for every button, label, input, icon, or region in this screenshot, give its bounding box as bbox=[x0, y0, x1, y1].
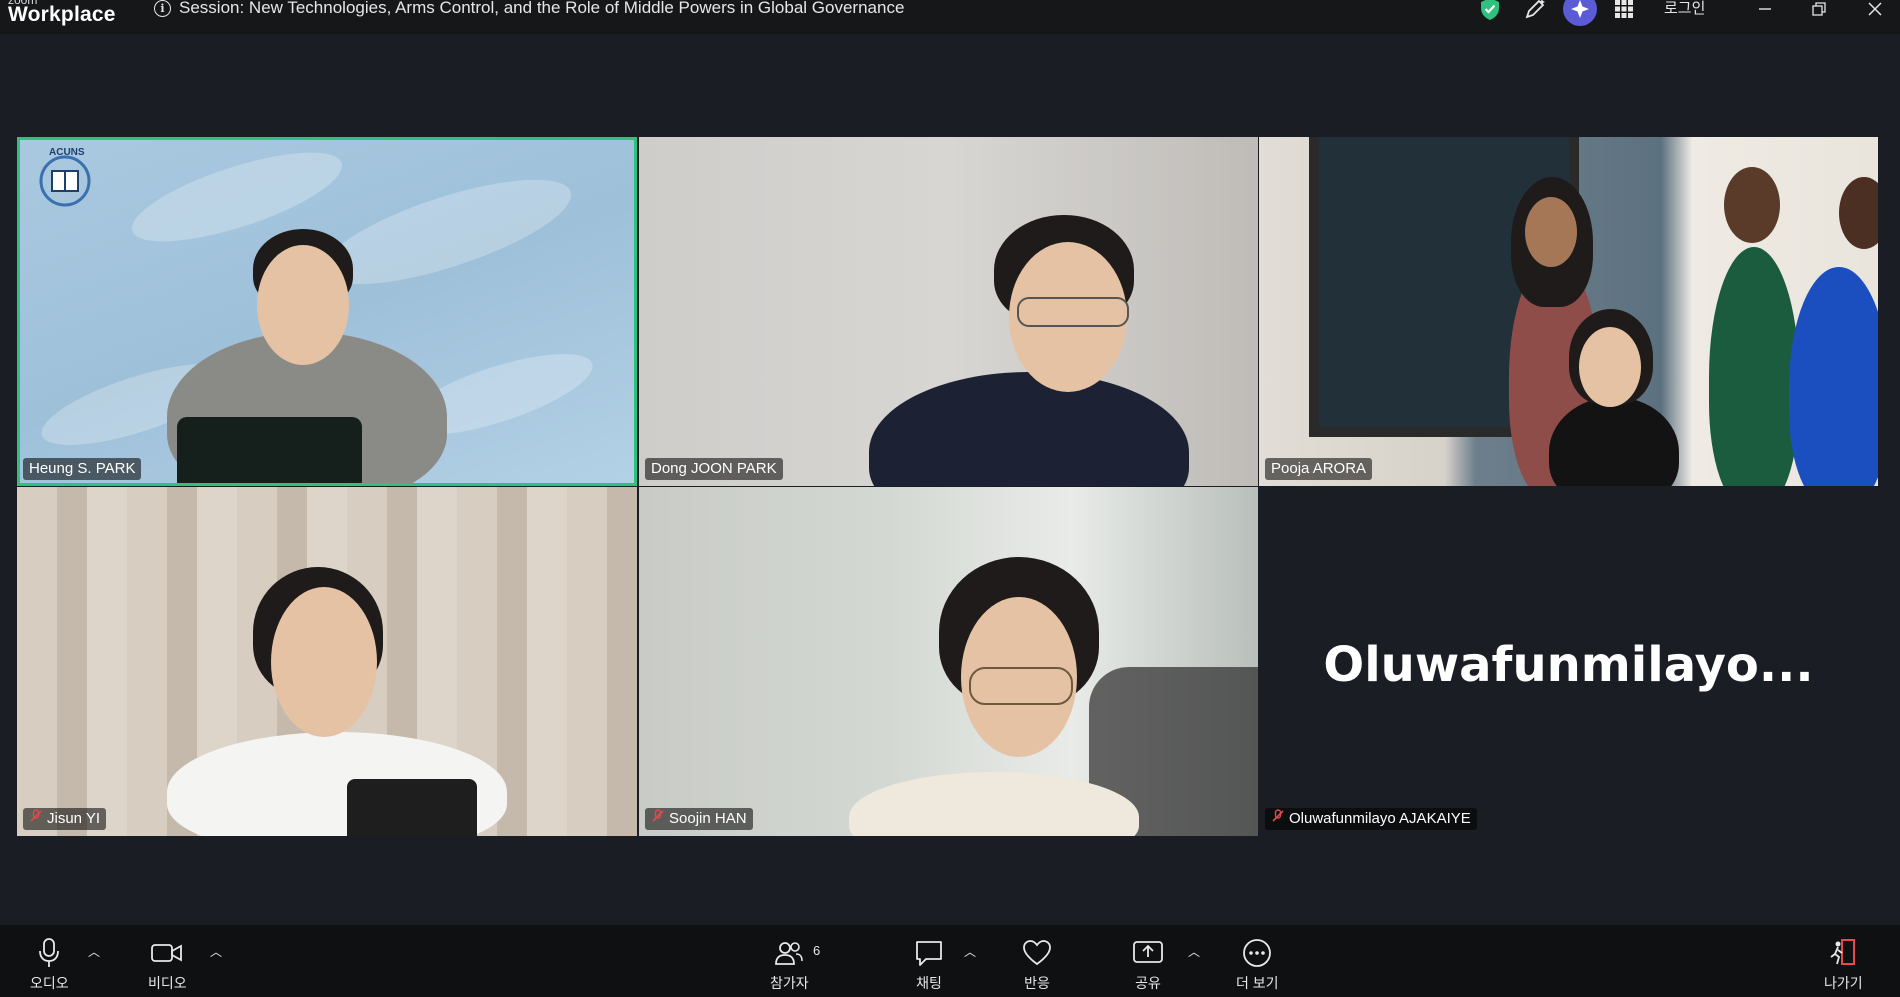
more-dots-icon bbox=[1242, 937, 1272, 969]
participants-button[interactable]: 참가자 bbox=[770, 937, 809, 993]
audio-options-chevron-icon[interactable]: ︿ bbox=[88, 943, 100, 960]
participant-name-tag: Pooja ARORA bbox=[1265, 458, 1373, 480]
participant-name: Soojin HAN bbox=[669, 810, 747, 827]
person-head bbox=[271, 587, 377, 737]
heart-icon bbox=[1022, 937, 1052, 969]
chat-button[interactable]: 채팅 bbox=[914, 937, 944, 993]
annotate-icon[interactable] bbox=[1522, 0, 1548, 22]
video-options-chevron-icon[interactable]: ︿ bbox=[210, 943, 222, 960]
held-device bbox=[347, 779, 477, 836]
background-leaf bbox=[312, 158, 582, 306]
reactions-label: 반응 bbox=[1024, 975, 1050, 991]
restore-icon[interactable] bbox=[1806, 0, 1832, 22]
logo-text: ACUNS bbox=[49, 147, 85, 158]
participant-name: Jisun YI bbox=[47, 810, 101, 827]
participants-icon bbox=[774, 937, 804, 969]
video-tile-3[interactable]: Pooja ARORA bbox=[1259, 137, 1878, 486]
leave-door-icon bbox=[1828, 937, 1858, 969]
participant-name: Heung S. PARK bbox=[29, 460, 136, 477]
share-button[interactable]: 공유 bbox=[1132, 937, 1164, 993]
participant-name-tag: Soojin HAN bbox=[645, 808, 753, 830]
share-options-chevron-icon[interactable]: ︿ bbox=[1188, 943, 1200, 960]
video-label: 비디오 bbox=[148, 975, 187, 991]
camera-icon bbox=[151, 937, 183, 969]
shield-check-icon[interactable] bbox=[1477, 0, 1503, 22]
mic-muted-icon bbox=[651, 808, 665, 830]
glasses bbox=[1017, 297, 1129, 327]
video-tile-4[interactable]: Jisun YI bbox=[17, 487, 637, 836]
held-phone bbox=[177, 417, 362, 486]
close-icon[interactable] bbox=[1862, 0, 1888, 22]
title-bar: zoom Workplace i Session: New Technologi… bbox=[0, 0, 1900, 34]
person-body bbox=[869, 372, 1189, 486]
person-head bbox=[1839, 177, 1878, 249]
video-tile-6[interactable]: Oluwafunmilayo... Oluwafunmilayo AJAKAIY… bbox=[1259, 487, 1878, 836]
leave-button[interactable]: 나가기 bbox=[1824, 937, 1863, 993]
session-title: Session: New Technologies, Arms Control,… bbox=[179, 0, 905, 17]
acuns-logo: ACUNS bbox=[31, 147, 99, 209]
participant-name: Dong JOON PARK bbox=[651, 460, 777, 477]
chat-options-chevron-icon[interactable]: ︿ bbox=[964, 943, 976, 960]
participants-count: 6 bbox=[813, 943, 821, 958]
meeting-toolbar: 오디오 ︿ 비디오 ︿ 참가자 6 채팅 ︿ 반응 공유 ︿ 더 보기 나가기 bbox=[0, 925, 1900, 997]
participant-name-tag: Oluwafunmilayo AJAKAIYE bbox=[1265, 808, 1477, 830]
chat-bubble-icon bbox=[914, 937, 944, 969]
session-info[interactable]: i Session: New Technologies, Arms Contro… bbox=[154, 0, 904, 18]
participant-name-tag: Dong JOON PARK bbox=[645, 458, 783, 480]
participant-name-tag: Jisun YI bbox=[23, 808, 107, 830]
person-head bbox=[1525, 197, 1577, 267]
video-tile-1[interactable]: ACUNS Heung S. PARK bbox=[17, 137, 637, 486]
participant-name: Pooja ARORA bbox=[1271, 460, 1367, 477]
glasses bbox=[969, 667, 1073, 705]
person-head bbox=[1579, 327, 1641, 407]
person-head bbox=[257, 245, 349, 365]
audio-label: 오디오 bbox=[30, 975, 69, 991]
more-button[interactable]: 더 보기 bbox=[1236, 937, 1279, 993]
participant-name: Oluwafunmilayo AJAKAIYE bbox=[1289, 810, 1471, 827]
app-logo: zoom Workplace bbox=[8, 0, 116, 25]
person-body bbox=[1709, 247, 1799, 486]
audio-button[interactable]: 오디오 bbox=[30, 937, 69, 993]
participant-display-name: Oluwafunmilayo... bbox=[1323, 637, 1814, 693]
more-label: 더 보기 bbox=[1236, 975, 1279, 991]
brand-name: Workplace bbox=[8, 3, 116, 26]
chat-label: 채팅 bbox=[916, 975, 942, 991]
minimize-icon[interactable] bbox=[1752, 0, 1778, 22]
share-screen-icon bbox=[1132, 937, 1164, 969]
person-body bbox=[1789, 267, 1878, 486]
video-tile-5[interactable]: Soojin HAN bbox=[639, 487, 1258, 836]
reactions-button[interactable]: 반응 bbox=[1022, 937, 1052, 993]
participant-name-tag: Heung S. PARK bbox=[23, 458, 142, 480]
participants-label: 참가자 bbox=[770, 975, 809, 991]
apps-grid-icon[interactable] bbox=[1611, 0, 1637, 22]
mic-muted-icon bbox=[29, 808, 43, 830]
login-button[interactable]: 로그인 bbox=[1664, 0, 1705, 18]
info-icon[interactable]: i bbox=[154, 0, 171, 17]
video-tile-2[interactable]: Dong JOON PARK bbox=[639, 137, 1258, 486]
ai-companion-icon[interactable] bbox=[1563, 0, 1597, 26]
microphone-icon bbox=[38, 937, 60, 969]
person-head bbox=[1724, 167, 1780, 243]
share-label: 공유 bbox=[1135, 975, 1161, 991]
video-button[interactable]: 비디오 bbox=[148, 937, 187, 993]
mic-muted-icon bbox=[1271, 808, 1285, 830]
leave-label: 나가기 bbox=[1824, 975, 1863, 991]
